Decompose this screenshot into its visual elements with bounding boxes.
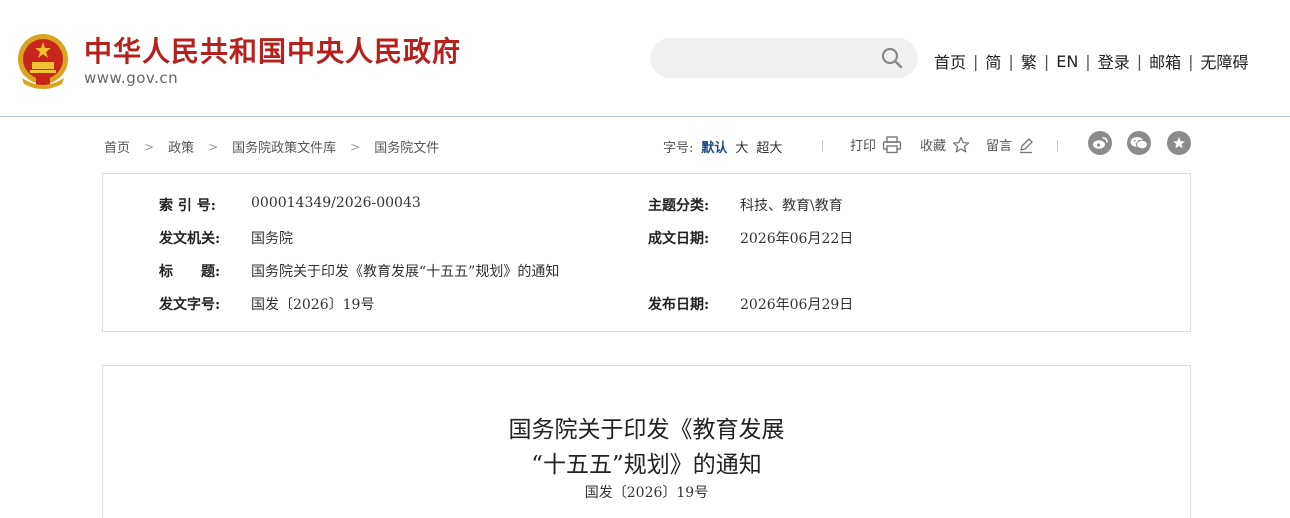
- nav-separator: |: [1188, 51, 1194, 71]
- nav-simplified[interactable]: 简: [981, 49, 1005, 73]
- font-size-large[interactable]: 大: [735, 137, 748, 156]
- print-label: 打印: [850, 139, 877, 154]
- nav-login[interactable]: 登录: [1094, 49, 1134, 73]
- article-toolbar: 首页 > 政策 > 国务院政策文件库 > 国务院文件 字号: 默认 大 超大 打…: [0, 118, 1290, 170]
- search-icon[interactable]: [880, 46, 904, 70]
- meta-label: 标 题:: [159, 264, 221, 280]
- comment-button[interactable]: 留言: [986, 135, 1034, 154]
- font-size-control: 字号: 默认 大 超大: [663, 137, 782, 156]
- meta-value: 2026年06月22日: [740, 231, 854, 247]
- meta-doc-no: 发文字号: 国发〔2026〕19号: [159, 294, 374, 314]
- document-title-line1: 国务院关于印发《教育发展: [508, 417, 785, 443]
- top-nav: 首页 | 简 | 繁 | EN | 登录 | 邮箱 | 无障碍: [930, 49, 1253, 73]
- breadcrumb: 首页 > 政策 > 国务院政策文件库 > 国务院文件: [104, 137, 439, 157]
- favorite-button[interactable]: 收藏: [920, 135, 970, 154]
- chevron-right-icon: >: [208, 139, 219, 154]
- toolbar-divider: [822, 140, 823, 152]
- national-emblem-icon[interactable]: [16, 32, 70, 90]
- comment-label: 留言: [986, 139, 1013, 154]
- breadcrumb-policy[interactable]: 政策: [168, 137, 194, 156]
- meta-value: 国务院: [251, 231, 293, 247]
- search-box: [650, 38, 918, 78]
- meta-label: 发文字号:: [159, 297, 221, 313]
- document-meta-box: 索 引 号: 000014349/2026-00043 主题分类: 科技、教育\…: [102, 173, 1191, 332]
- font-size-label: 字号:: [663, 141, 694, 156]
- meta-label: 发布日期:: [648, 297, 710, 313]
- meta-topic: 主题分类: 科技、教育\教育: [648, 195, 843, 215]
- star-share-icon[interactable]: [1167, 131, 1191, 155]
- meta-label: 发文机关:: [159, 231, 221, 247]
- chevron-right-icon: >: [350, 139, 361, 154]
- star-icon: [952, 136, 970, 152]
- meta-title: 标 题: 国务院关于印发《教育发展“十五五”规划》的通知: [159, 261, 559, 281]
- meta-label: 索 引 号:: [159, 198, 216, 214]
- print-button[interactable]: 打印: [850, 135, 902, 154]
- document-body-box: 国务院关于印发《教育发展 “十五五”规划》的通知 国发〔2026〕19号: [102, 365, 1191, 518]
- document-title-line2: “十五五”规划》的通知: [531, 452, 762, 478]
- meta-published-date: 发布日期: 2026年06月29日: [648, 294, 853, 314]
- meta-issuer: 发文机关: 国务院: [159, 228, 293, 248]
- site-header: 中华人民共和国中央人民政府 www.gov.cn 首页 | 简 | 繁 | EN…: [0, 0, 1290, 117]
- toolbar-divider: [1057, 140, 1058, 152]
- meta-index-no: 索 引 号: 000014349/2026-00043: [159, 195, 421, 215]
- font-size-default[interactable]: 默认: [701, 137, 727, 156]
- nav-traditional[interactable]: 繁: [1017, 49, 1041, 73]
- nav-english[interactable]: EN: [1052, 52, 1082, 71]
- meta-value: 000014349/2026-00043: [251, 195, 421, 211]
- site-domain: www.gov.cn: [84, 69, 179, 87]
- meta-value: 国发〔2026〕19号: [251, 297, 375, 313]
- nav-separator: |: [1043, 51, 1050, 71]
- meta-created-date: 成文日期: 2026年06月22日: [648, 228, 853, 248]
- font-size-extra-large[interactable]: 超大: [756, 137, 782, 156]
- favorite-label: 收藏: [920, 139, 947, 154]
- breadcrumb-policy-library[interactable]: 国务院政策文件库: [232, 137, 336, 156]
- site-title[interactable]: 中华人民共和国中央人民政府: [84, 30, 461, 70]
- meta-value: 国务院关于印发《教育发展“十五五”规划》的通知: [251, 264, 560, 280]
- meta-value: 科技、教育\教育: [740, 198, 843, 214]
- breadcrumb-home[interactable]: 首页: [104, 137, 130, 156]
- meta-label: 成文日期:: [648, 231, 710, 247]
- meta-value: 2026年06月29日: [740, 297, 854, 313]
- nav-home[interactable]: 首页: [930, 49, 970, 73]
- weibo-icon[interactable]: [1088, 131, 1112, 155]
- nav-mailbox[interactable]: 邮箱: [1145, 49, 1185, 73]
- meta-label: 主题分类:: [648, 198, 710, 214]
- nav-accessibility[interactable]: 无障碍: [1197, 49, 1253, 73]
- search-input[interactable]: [668, 47, 868, 69]
- pencil-icon: [1020, 137, 1033, 153]
- nav-separator: |: [1008, 51, 1014, 71]
- nav-separator: |: [1136, 51, 1143, 71]
- nav-separator: |: [973, 51, 979, 71]
- chevron-right-icon: >: [144, 139, 155, 154]
- printer-icon: [882, 135, 902, 153]
- breadcrumb-state-council-docs[interactable]: 国务院文件: [374, 137, 439, 156]
- document-number: 国发〔2026〕19号: [584, 485, 709, 501]
- nav-separator: |: [1085, 51, 1091, 71]
- wechat-icon[interactable]: [1127, 131, 1151, 155]
